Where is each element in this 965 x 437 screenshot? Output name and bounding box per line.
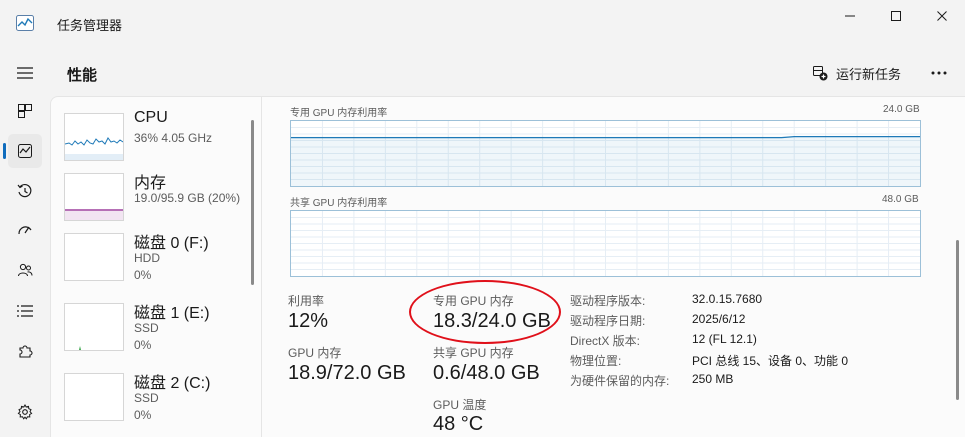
hamburger-menu-button[interactable] bbox=[8, 56, 42, 90]
hardware-reserved-memory-value: 250 MB bbox=[692, 372, 734, 386]
cpu-sparkline bbox=[64, 137, 124, 160]
driver-date-label: 驱动程序日期: bbox=[570, 314, 646, 328]
directx-version-label: DirectX 版本: bbox=[570, 334, 641, 348]
nav-performance[interactable] bbox=[8, 134, 42, 168]
run-new-task-label: 运行新任务 bbox=[836, 66, 902, 82]
nav-processes[interactable] bbox=[8, 94, 42, 128]
device-item-cpu[interactable]: CPU 36% 4.05 GHz bbox=[64, 109, 254, 173]
shared-memory-value: 0.6/48.0 GB bbox=[433, 362, 540, 384]
maximize-icon bbox=[891, 11, 901, 21]
shared-graph-max: 48.0 GB bbox=[882, 194, 919, 205]
device-thumbnail bbox=[64, 173, 124, 221]
close-button[interactable] bbox=[919, 0, 965, 32]
utilization-label: 利用率 bbox=[288, 294, 325, 308]
hamburger-icon bbox=[17, 67, 33, 79]
device-usage: 0% bbox=[134, 338, 152, 352]
device-detail: 36% 4.05 GHz bbox=[134, 131, 213, 145]
device-type: SSD bbox=[134, 321, 159, 335]
gpu-temperature-label: GPU 温度 bbox=[433, 398, 487, 412]
more-dots-icon bbox=[931, 71, 947, 75]
hardware-reserved-memory-label: 为硬件保留的内存: bbox=[570, 374, 670, 388]
performance-chart-icon bbox=[18, 144, 32, 158]
device-type: HDD bbox=[134, 251, 160, 265]
driver-version-value: 32.0.15.7680 bbox=[692, 292, 763, 306]
dedicated-memory-graph bbox=[290, 120, 921, 187]
processes-grid-icon bbox=[18, 104, 32, 118]
more-options-button[interactable] bbox=[926, 62, 952, 84]
dedicated-memory-value: 18.3/24.0 GB bbox=[433, 310, 551, 332]
memory-sparkline bbox=[65, 209, 123, 220]
device-thumbnail bbox=[64, 303, 124, 351]
page-title: 性能 bbox=[67, 67, 98, 84]
dedicated-memory-label: 专用 GPU 内存 bbox=[433, 294, 514, 308]
device-thumbnail bbox=[64, 233, 124, 281]
device-detail: 19.0/95.9 GB (20%) bbox=[134, 191, 241, 205]
dedicated-graph-label: 专用 GPU 内存利用率 bbox=[290, 108, 388, 119]
panel-divider bbox=[261, 97, 262, 437]
dedicated-usage-fill bbox=[291, 136, 920, 186]
device-thumbnail bbox=[64, 113, 124, 161]
device-item-disk-0[interactable]: 磁盘 0 (F:) HDD 0% bbox=[64, 233, 254, 293]
nav-settings[interactable] bbox=[8, 395, 42, 429]
device-item-disk-2[interactable]: 磁盘 2 (C:) SSD 0% bbox=[64, 373, 254, 433]
content-scrollbar[interactable] bbox=[956, 240, 959, 400]
history-icon bbox=[17, 183, 32, 198]
driver-version-label: 驱动程序版本: bbox=[570, 294, 646, 308]
device-usage: 0% bbox=[134, 268, 152, 282]
services-puzzle-icon bbox=[19, 345, 33, 358]
device-thumbnail bbox=[64, 373, 124, 421]
device-name: CPU bbox=[134, 109, 168, 126]
shared-memory-graph bbox=[290, 210, 921, 277]
device-item-disk-1[interactable]: 磁盘 1 (E:) SSD 0% bbox=[64, 303, 254, 363]
task-manager-app-icon bbox=[16, 15, 34, 31]
nav-users[interactable] bbox=[8, 253, 42, 287]
device-item-memory[interactable]: 内存 19.0/95.9 GB (20%) bbox=[64, 173, 254, 233]
run-new-task-icon bbox=[813, 66, 828, 81]
nav-startup-apps[interactable] bbox=[8, 213, 42, 247]
window-title: 任务管理器 bbox=[57, 18, 123, 33]
physical-location-label: 物理位置: bbox=[570, 354, 622, 368]
disk-sparkline bbox=[79, 346, 81, 350]
physical-location-value: PCI 总线 15、设备 0、功能 0 bbox=[692, 354, 849, 368]
maximize-button[interactable] bbox=[873, 0, 919, 32]
minimize-icon bbox=[845, 15, 855, 17]
shared-memory-chart bbox=[291, 211, 920, 276]
device-list-scrollbar[interactable] bbox=[251, 120, 254, 285]
run-new-task-button[interactable]: 运行新任务 bbox=[812, 62, 901, 84]
device-name: 磁盘 2 (C:) bbox=[134, 375, 211, 392]
dedicated-graph-max: 24.0 GB bbox=[883, 104, 920, 115]
gpu-temperature-value: 48 °C bbox=[433, 413, 484, 435]
device-type: SSD bbox=[134, 391, 159, 405]
close-icon bbox=[937, 11, 947, 21]
device-name: 内存 bbox=[134, 175, 167, 192]
details-list-icon bbox=[17, 305, 33, 317]
device-name: 磁盘 1 (E:) bbox=[134, 305, 210, 322]
device-usage: 0% bbox=[134, 408, 152, 422]
settings-gear-icon bbox=[17, 404, 33, 420]
gpu-memory-value: 18.9/72.0 GB bbox=[288, 362, 406, 384]
nav-details[interactable] bbox=[8, 294, 42, 328]
minimize-button[interactable] bbox=[827, 0, 873, 32]
shared-graph-label: 共享 GPU 内存利用率 bbox=[290, 198, 388, 209]
nav-services[interactable] bbox=[8, 334, 42, 368]
utilization-value: 12% bbox=[288, 310, 329, 332]
nav-app-history[interactable] bbox=[8, 174, 42, 208]
dedicated-memory-chart bbox=[291, 121, 920, 186]
directx-version-value: 12 (FL 12.1) bbox=[692, 332, 757, 346]
driver-date-value: 2025/6/12 bbox=[692, 312, 746, 326]
startup-speedometer-icon bbox=[18, 226, 32, 235]
title-bar: 任务管理器 bbox=[0, 0, 965, 48]
device-name: 磁盘 0 (F:) bbox=[134, 235, 209, 252]
nav-active-indicator bbox=[3, 143, 6, 159]
users-icon bbox=[18, 263, 33, 277]
shared-memory-label: 共享 GPU 内存 bbox=[433, 346, 514, 360]
gpu-memory-label: GPU 内存 bbox=[288, 346, 342, 360]
